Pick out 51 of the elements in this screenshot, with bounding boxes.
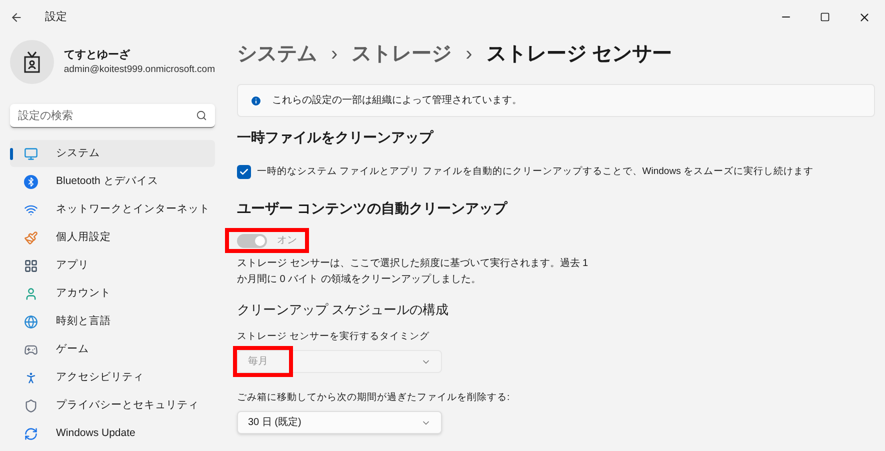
selection-indicator: [10, 148, 13, 160]
monitor-icon: [24, 146, 38, 160]
gamepad-icon: [24, 342, 38, 356]
breadcrumb-separator: ›: [331, 42, 338, 67]
sidebar-item[interactable]: システム: [10, 140, 215, 167]
sidebar-item[interactable]: Bluetooth とデバイス: [10, 168, 215, 195]
back-icon[interactable]: [10, 10, 23, 24]
sidebar-item[interactable]: アクセシビリティ: [10, 364, 215, 391]
sidebar-item[interactable]: ネットワークとインターネット: [10, 196, 215, 223]
breadcrumb-item: ストレージ センサー: [486, 42, 672, 67]
field-label: ストレージ センサーを実行するタイミング: [237, 330, 431, 344]
section-heading: 一時ファイルをクリーンアップ: [237, 128, 435, 147]
update-icon: [24, 426, 38, 440]
check-icon: [239, 167, 249, 178]
checkbox-label: 一時的なシステム ファイルとアプリ ファイルを自動的にクリーンアップすることで、Windows をスムーズに実行し続けます: [257, 165, 814, 179]
checkbox[interactable]: [237, 165, 251, 180]
close-icon[interactable]: [858, 10, 871, 24]
section-heading: クリーンアップ スケジュールの構成: [237, 301, 450, 320]
sidebar-item[interactable]: 時刻と言語: [10, 308, 215, 335]
description-text: ストレージ センサーは、ここで選択した頻度に基づいて実行されます。過去 1 か月間に 0 バイト の領域をクリーンアップしました。: [237, 256, 590, 288]
window-title: 設定: [45, 10, 67, 25]
field-label: ごみ箱に移動してから次の期間が過ぎたファイルを削除する:: [237, 391, 511, 405]
person-icon: [24, 286, 38, 300]
breadcrumb-separator: ›: [466, 42, 472, 67]
toggle-label: オン: [277, 234, 297, 248]
breadcrumb-item[interactable]: システム: [237, 39, 317, 69]
globe-icon: [24, 314, 38, 328]
sidebar-item[interactable]: プライバシーとセキュリティ: [10, 392, 215, 419]
sidebar-item[interactable]: アプリ: [10, 252, 215, 279]
accessibility-icon: [24, 370, 38, 384]
wifi-icon: [24, 202, 38, 216]
info-icon: [250, 94, 262, 106]
maximize-icon[interactable]: [820, 12, 830, 22]
search-field[interactable]: 設定の検索: [10, 104, 215, 128]
shield-icon: [24, 398, 38, 412]
bluetooth-icon: [24, 174, 38, 188]
sidebar-item[interactable]: Windows Update: [10, 420, 215, 447]
sidebar-item[interactable]: 個人用設定: [10, 224, 215, 251]
user-email: admin@koitest999.onmicrosoft.com: [64, 63, 215, 78]
dropdown[interactable]: 30 日 (既定): [237, 411, 442, 434]
sidebar-item[interactable]: ゲーム: [10, 336, 215, 363]
user-name: てすとゆーざ: [64, 48, 132, 63]
breadcrumb-item[interactable]: ストレージ: [352, 39, 452, 69]
section-heading: ユーザー コンテンツの自動クリーンアップ: [237, 199, 509, 218]
search-icon: [196, 110, 207, 121]
brush-icon: [24, 230, 38, 244]
apps-icon: [24, 258, 38, 272]
sidebar-item[interactable]: アカウント: [10, 280, 215, 307]
info-text: これらの設定の一部は組織によって管理されています。: [272, 94, 522, 108]
badge-icon: [24, 51, 40, 73]
highlight-frame: [233, 346, 293, 377]
